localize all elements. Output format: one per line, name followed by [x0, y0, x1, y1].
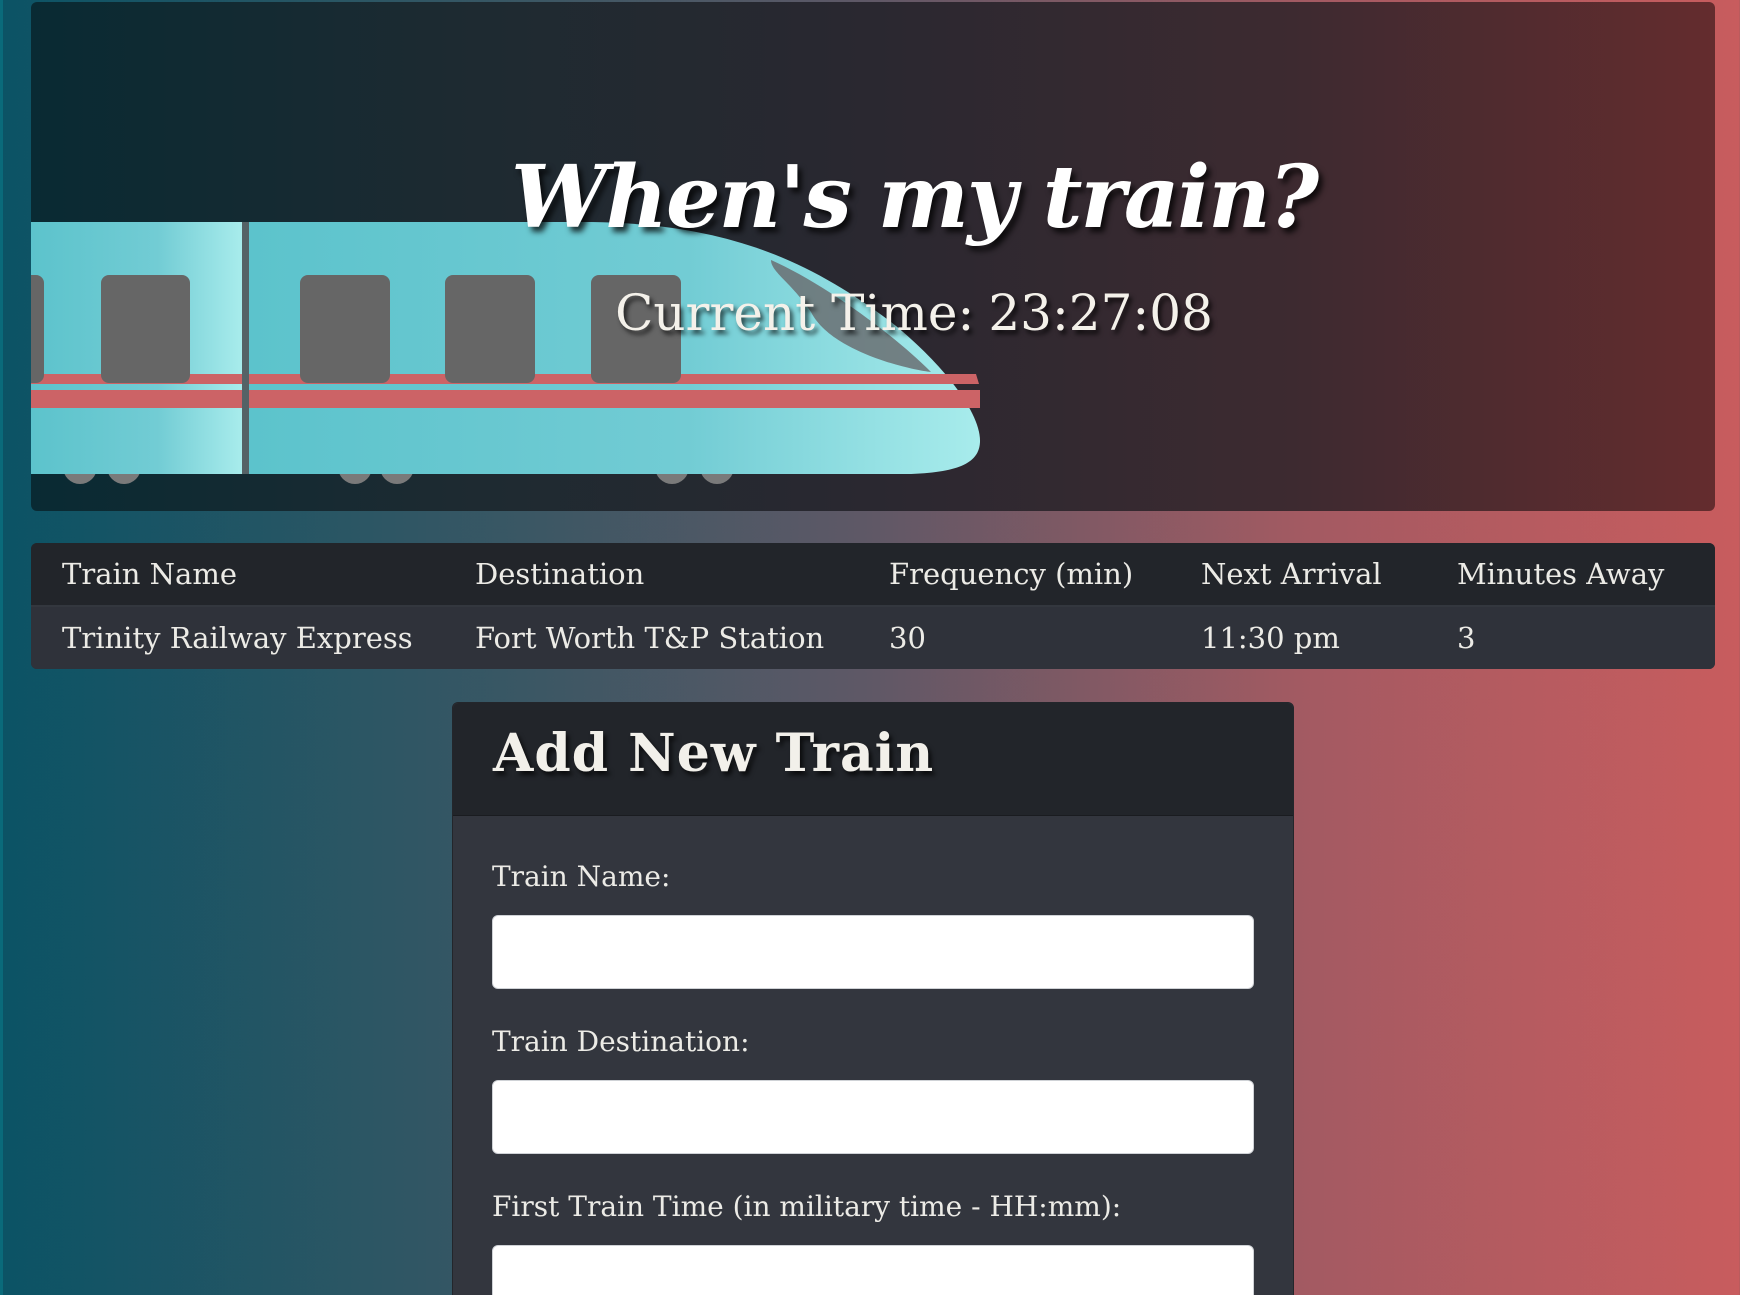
add-train-panel: Add New Train Train Name: Train Destinat… — [452, 702, 1294, 1295]
cell-frequency: 30 — [889, 621, 926, 655]
cell-next-arrival: 11:30 pm — [1201, 621, 1340, 655]
first-train-time-input[interactable] — [492, 1245, 1254, 1295]
train-destination-input[interactable] — [492, 1080, 1254, 1154]
cell-minutes-away: 3 — [1457, 621, 1476, 655]
train-name-label: Train Name: — [492, 860, 671, 893]
table-row: Trinity Railway Express Fort Worth T&P S… — [31, 606, 1715, 669]
page-title: When's my train? — [510, 147, 1319, 248]
add-train-title: Add New Train — [493, 723, 935, 784]
table-header-row: Train Name Destination Frequency (min) N… — [31, 543, 1715, 607]
train-destination-label: Train Destination: — [492, 1025, 750, 1058]
page-edge — [0, 0, 3, 1295]
current-time: Current Time: 23:27:08 — [31, 284, 1715, 342]
add-train-form: Train Name: Train Destination: First Tra… — [453, 860, 1293, 1295]
train-schedule-table: Train Name Destination Frequency (min) N… — [31, 543, 1715, 669]
add-train-panel-header: Add New Train — [453, 703, 1293, 816]
jumbotron-header: When's my train? Current Time: 23:27:08 — [31, 2, 1715, 511]
train-name-input[interactable] — [492, 915, 1254, 989]
current-time-value: 23:27:08 — [988, 284, 1213, 342]
column-header-destination: Destination — [444, 543, 858, 607]
cell-train-name: Trinity Railway Express — [62, 621, 413, 655]
column-header-frequency: Frequency (min) — [858, 543, 1170, 607]
cell-destination: Fort Worth T&P Station — [475, 621, 825, 655]
column-header-next-arrival: Next Arrival — [1170, 543, 1426, 607]
column-header-train-name: Train Name — [31, 543, 444, 607]
column-header-minutes-away: Minutes Away — [1426, 543, 1715, 607]
current-time-label: Current Time: — [615, 284, 975, 342]
first-train-time-label: First Train Time (in military time - HH:… — [492, 1190, 1122, 1223]
